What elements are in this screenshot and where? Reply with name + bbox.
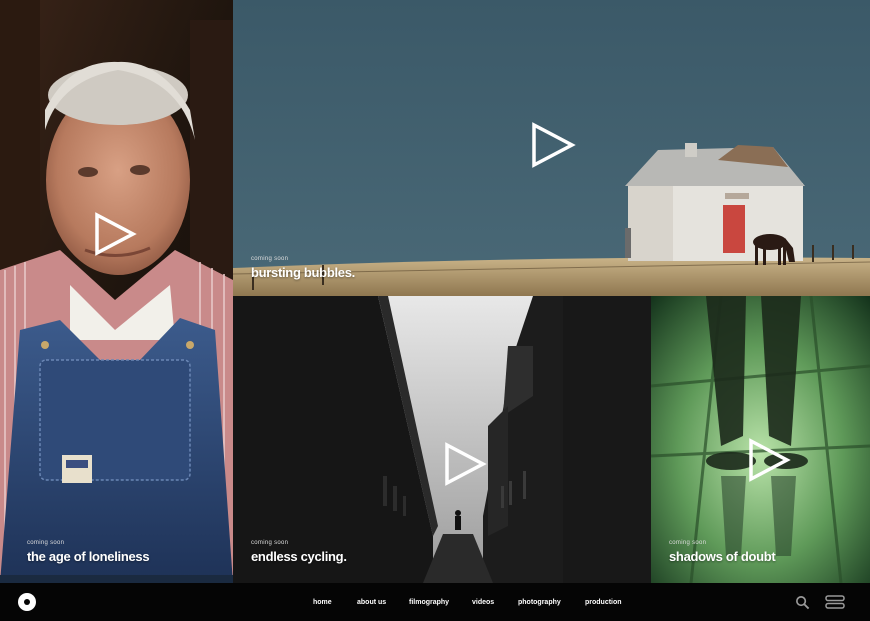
play-icon[interactable] [93,212,137,256]
coming-soon-label: coming soon [251,256,289,262]
main-nav: home about us filmography videos photogr… [0,583,870,621]
menu-icon[interactable] [825,594,845,610]
coming-soon-label: coming soon [669,540,707,546]
tile-title: the age of loneliness [27,549,150,564]
tile-title: shadows of doubt [669,549,776,564]
nav-production[interactable]: production [585,599,622,606]
coming-soon-label: coming soon [251,540,289,546]
video-tile-endless-cycling[interactable]: coming soon endless cycling. [233,296,651,583]
tile-caption: coming soon shadows of doubt [669,540,776,564]
nav-home[interactable]: home [313,599,332,606]
video-tile-shadows-of-doubt[interactable]: coming soon shadows of doubt [651,296,870,583]
tile-caption: coming soon the age of loneliness [27,540,150,564]
tile-caption: coming soon endless cycling. [251,540,347,564]
nav-photography[interactable]: photography [518,599,561,606]
nav-about-us[interactable]: about us [357,599,386,606]
play-icon[interactable] [747,438,791,482]
nav-filmography[interactable]: filmography [409,599,449,606]
search-icon[interactable] [795,595,810,610]
nav-videos[interactable]: videos [472,599,494,606]
tile-title: bursting bubbles. [251,265,355,280]
video-tile-bursting-bubbles[interactable]: coming soon bursting bubbles. [233,0,870,296]
bottom-navbar: home about us filmography videos photogr… [0,583,870,621]
portrait-image [0,0,233,583]
video-tile-age-of-loneliness[interactable]: coming soon the age of loneliness [0,0,233,583]
coming-soon-label: coming soon [27,540,65,546]
play-icon[interactable] [443,442,487,486]
tile-caption: coming soon bursting bubbles. [251,256,355,280]
tile-title: endless cycling. [251,549,347,564]
play-icon[interactable] [530,122,576,168]
